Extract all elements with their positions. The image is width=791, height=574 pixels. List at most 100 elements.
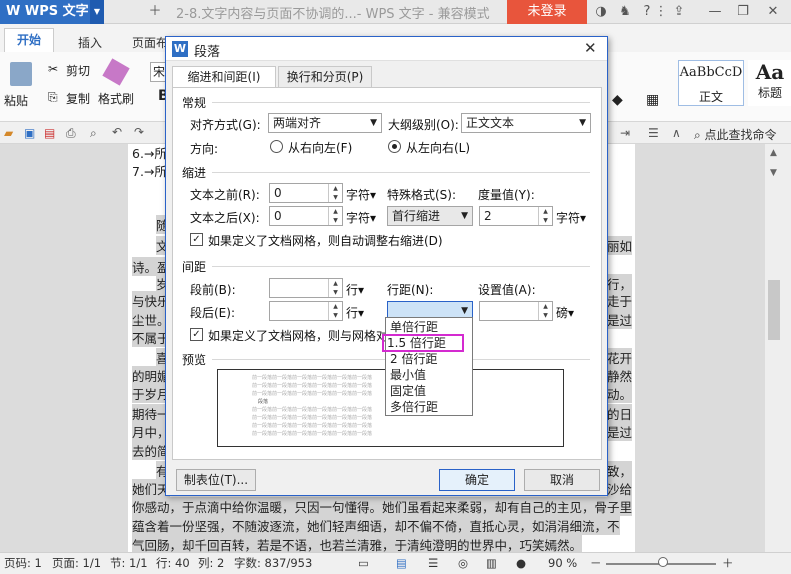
outline-select[interactable]: 正文文本 ▼ [461, 113, 591, 133]
setting-unit[interactable]: 磅▾ [556, 304, 574, 321]
font-name-box[interactable]: 宋 [150, 62, 166, 82]
option-one-point-five[interactable]: 1.5 倍行距 [382, 334, 464, 352]
tab-start[interactable]: 开始 [4, 28, 54, 52]
print-icon[interactable]: ⎙ [66, 126, 76, 141]
cut-button[interactable]: 剪切 [66, 62, 90, 79]
space-after-unit[interactable]: 行▾ [346, 304, 364, 321]
ltr-radio[interactable] [388, 140, 401, 153]
login-button[interactable]: 未登录 [507, 0, 587, 24]
save-icon[interactable]: ▣ [24, 126, 35, 140]
style-normal[interactable]: AaBbCcD 正文 [678, 60, 744, 106]
ok-button[interactable]: 确定 [439, 469, 515, 491]
special-format-label: 特殊格式(S): [387, 188, 457, 202]
scroll-down-icon[interactable]: ▼ [770, 168, 777, 178]
print-preview-icon[interactable]: ⌕ [90, 126, 97, 141]
status-bar: 页码: 1 页面: 1/1 节: 1/1 行: 40 列: 2 字数: 837/… [0, 552, 791, 574]
spinner-arrows-icon[interactable]: ▲ ▼ [328, 279, 342, 297]
measure-unit[interactable]: 字符▾ [556, 209, 586, 226]
scrollbar-thumb[interactable] [768, 280, 780, 340]
tab-indent-spacing[interactable]: 缩进和间距(I) [172, 66, 276, 88]
copy-button[interactable]: 复制 [66, 90, 90, 107]
list-icon[interactable]: ☰ [648, 126, 659, 140]
shirt-icon[interactable]: ♞ [616, 3, 634, 21]
indent-after-label: 文本之后(X): [190, 211, 260, 225]
fill-color-icon[interactable]: ◆ [612, 92, 623, 108]
cancel-button[interactable]: 取消 [524, 469, 600, 491]
option-exactly[interactable]: 固定值 [386, 383, 472, 399]
export-pdf-icon[interactable]: ▤ [44, 126, 55, 140]
align-select-value: 两端对齐 [273, 116, 322, 130]
indent-after-unit[interactable]: 字符▾ [346, 209, 376, 226]
align-select[interactable]: 两端对齐 ▼ [268, 113, 382, 133]
space-before-unit[interactable]: 行▾ [346, 281, 364, 298]
zoom-slider-thumb[interactable] [658, 557, 668, 567]
ltr-label[interactable]: 从左向右(L) [406, 139, 470, 156]
collapse-icon[interactable]: ∧ [672, 126, 681, 140]
scroll-up-icon[interactable]: ▲ [770, 148, 777, 158]
skin-icon[interactable]: ◑ [592, 3, 610, 21]
setting-spinner[interactable]: ▲ ▼ [479, 301, 553, 321]
indent-before-unit[interactable]: 字符▾ [346, 186, 376, 203]
maximize-icon[interactable]: ❐ [734, 3, 752, 21]
rtl-radio[interactable] [270, 140, 283, 153]
tab-insert[interactable]: 插入 [78, 34, 102, 51]
command-search[interactable]: ⌕ 点此查找命令 [694, 126, 777, 143]
indent-grid-checkbox[interactable]: ✓ [190, 233, 203, 246]
indent-after-spinner[interactable]: 0 ▲ ▼ [269, 206, 343, 226]
open-icon[interactable]: ▰ [4, 126, 13, 140]
web-view-icon[interactable]: ◎ [458, 553, 468, 573]
rtl-label[interactable]: 从右向左(F) [288, 139, 352, 156]
border-icon[interactable]: ▦ [646, 92, 659, 108]
spinner-arrows-icon[interactable]: ▲ ▼ [328, 207, 342, 225]
tabs-button[interactable]: 制表位(T)... [176, 469, 256, 491]
paste-button[interactable]: 粘贴 [4, 92, 28, 109]
read-view-icon[interactable]: ▥ [486, 553, 497, 573]
spinner-arrows-icon[interactable]: ▲ ▼ [538, 302, 552, 320]
zoom-out-icon[interactable]: － [590, 553, 602, 573]
spinner-arrows-icon[interactable]: ▲ ▼ [328, 302, 342, 320]
space-before-spinner[interactable]: ▲ ▼ [269, 278, 343, 298]
paste-icon[interactable] [10, 62, 32, 86]
new-document-icon[interactable]: ＋ [146, 3, 164, 21]
protect-icon[interactable]: ● [516, 553, 526, 573]
zoom-in-icon[interactable]: ＋ [722, 553, 734, 573]
indent-icon[interactable]: ⇥ [620, 126, 630, 140]
outline-view-icon[interactable]: ☰ [428, 553, 438, 573]
full-screen-icon[interactable]: ▭ [358, 553, 369, 573]
status-row: 行: 40 [156, 556, 190, 570]
format-painter-button[interactable]: 格式刷 [98, 90, 134, 107]
tab-page-layout[interactable]: 页面布 [132, 34, 168, 51]
spacing-grid-checkbox[interactable]: ✓ [190, 328, 203, 341]
option-multiple[interactable]: 多倍行距 [386, 399, 472, 415]
doc-line: 你感动，于点滴中给你温暖，只因一句懂得。她们虽看起来柔弱，却有自己的主见，骨子里 [132, 497, 633, 516]
space-after-spinner[interactable]: ▲ ▼ [269, 301, 343, 321]
tab-line-page-breaks[interactable]: 换行和分页(P) [278, 66, 372, 88]
option-single[interactable]: 单倍行距 [386, 319, 472, 335]
minimize-icon[interactable]: — [706, 3, 724, 21]
special-format-select[interactable]: 首行缩进 ▼ [387, 206, 473, 226]
spinner-arrows-icon[interactable]: ▲ ▼ [328, 184, 342, 202]
outline-select-value: 正文文本 [466, 116, 515, 130]
zoom-value[interactable]: 90 % [548, 553, 577, 573]
close-icon[interactable]: ✕ [764, 3, 782, 21]
redo-icon[interactable]: ↷ [134, 125, 144, 139]
dialog-close-icon[interactable]: ✕ [584, 39, 597, 57]
vertical-scrollbar[interactable] [765, 144, 791, 552]
option-double[interactable]: 2 倍行距 [386, 351, 472, 367]
line-spacing-dropdown[interactable]: 单倍行距 1.5 倍行距 2 倍行距 最小值 固定值 多倍行距 [382, 317, 473, 416]
page-view-icon[interactable]: ▤ [396, 553, 407, 573]
option-at-least[interactable]: 最小值 [386, 367, 472, 383]
more-icon[interactable]: ⋮ [652, 3, 670, 21]
undo-icon[interactable]: ↶ [112, 125, 122, 139]
app-menu-button[interactable]: W WPS 文字 ▼ [0, 0, 104, 24]
indent-before-spinner[interactable]: 0 ▲ ▼ [269, 183, 343, 203]
spacing-grid-label[interactable]: 如果定义了文档网格，则与网格对 [208, 327, 388, 344]
preview-text: 前一段落前一段落前一段落前一段落前一段落前一段落 [252, 431, 373, 437]
measure-spinner[interactable]: 2 ▲ ▼ [479, 206, 553, 226]
status-words[interactable]: 字数: 837/953 [234, 553, 312, 573]
restore-ribbon-icon[interactable]: ⇪ [670, 3, 688, 21]
spinner-arrows-icon[interactable]: ▲ ▼ [538, 207, 552, 225]
wps-logo-icon: W [6, 4, 21, 19]
indent-grid-label[interactable]: 如果定义了文档网格，则自动调整右缩进(D) [208, 232, 443, 249]
style-heading[interactable]: Aa 标题 [748, 60, 791, 106]
